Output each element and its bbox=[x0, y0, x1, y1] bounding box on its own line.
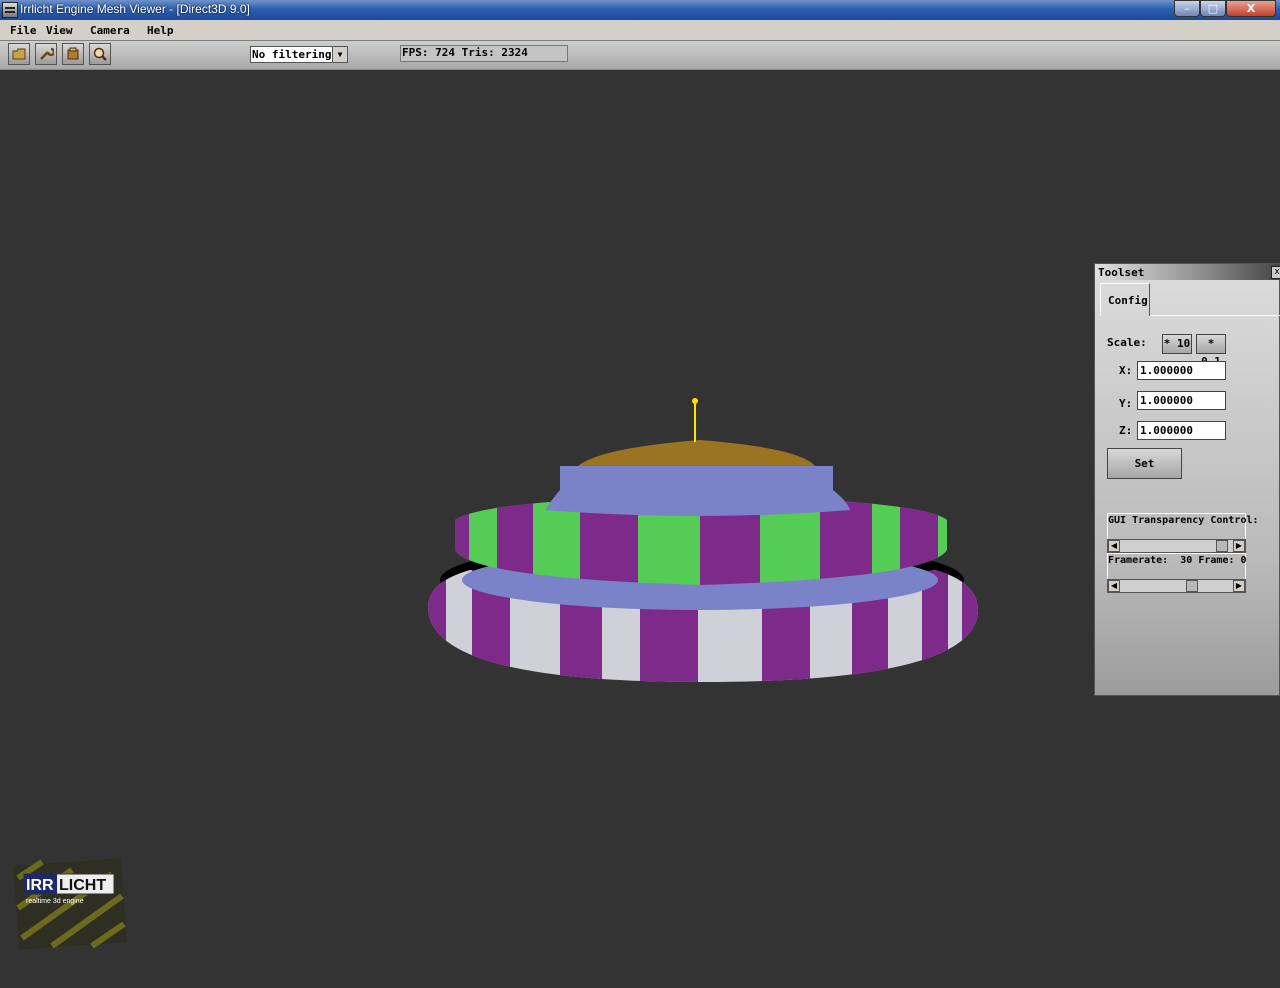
filter-select[interactable]: No filtering ▼ bbox=[250, 46, 348, 63]
mesh-dome bbox=[578, 440, 815, 466]
maximize-button[interactable]: □ bbox=[1200, 0, 1226, 17]
logo-tagline: realtime 3d engine bbox=[26, 898, 84, 905]
framerate-label: Framerate: 30 Frame: 0 bbox=[1108, 555, 1247, 566]
toolset-title: Toolset bbox=[1098, 266, 1145, 279]
set-scale-button[interactable]: Set bbox=[1107, 448, 1182, 479]
irrlicht-logo: IRR LICHT realtime 3d engine bbox=[12, 858, 128, 950]
scale-label: Scale: bbox=[1107, 336, 1147, 349]
mesh-antenna-tip bbox=[692, 398, 698, 404]
x-scale-input[interactable]: 1.000000 bbox=[1137, 361, 1226, 380]
z-label: Z: bbox=[1119, 424, 1133, 437]
box-icon bbox=[67, 47, 79, 60]
window-title: Irrlicht Engine Mesh Viewer - [Direct3D … bbox=[20, 2, 250, 16]
framerate-scrollbar[interactable]: ◀ ▶ bbox=[1107, 579, 1246, 593]
help-button[interactable] bbox=[89, 43, 111, 65]
frame-value: 0 bbox=[1240, 555, 1247, 566]
toolset-close-button[interactable]: x bbox=[1271, 266, 1280, 279]
z-scale-input[interactable]: 1.000000 bbox=[1137, 421, 1226, 440]
minimize-button[interactable]: – bbox=[1174, 0, 1200, 17]
chevron-down-icon[interactable]: ▼ bbox=[332, 47, 347, 62]
x-label: X: bbox=[1119, 364, 1133, 377]
tab-config[interactable]: Config bbox=[1100, 283, 1150, 316]
set-model-archive-button[interactable] bbox=[35, 43, 57, 65]
mesh-blue-collar bbox=[545, 466, 850, 516]
open-model-button[interactable] bbox=[8, 43, 30, 65]
framerate-value: 30 bbox=[1180, 555, 1193, 566]
menu-bar: File View Camera Help bbox=[0, 20, 1280, 41]
y-label: Y: bbox=[1119, 397, 1133, 410]
app-icon bbox=[2, 2, 18, 18]
scale-down-button[interactable]: * 0.1 bbox=[1196, 334, 1226, 368]
framerate-scroll-thumb[interactable] bbox=[1185, 580, 1198, 592]
transparency-label: GUI Transparency Control: bbox=[1108, 515, 1259, 526]
open-file-button[interactable] bbox=[62, 43, 84, 65]
tab-divider bbox=[1150, 315, 1280, 316]
menu-view[interactable]: View bbox=[46, 24, 73, 37]
menu-camera[interactable]: Camera bbox=[90, 24, 130, 37]
logo-text-irr: IRR bbox=[26, 877, 54, 894]
menu-help[interactable]: Help bbox=[147, 24, 174, 37]
3d-viewport[interactable] bbox=[0, 70, 1280, 984]
title-bar[interactable]: Irrlicht Engine Mesh Viewer - [Direct3D … bbox=[0, 0, 1280, 20]
fps-display: FPS: 724 Tris: 2324 bbox=[400, 45, 568, 62]
scroll-left-icon[interactable]: ◀ bbox=[1108, 540, 1120, 552]
menu-file[interactable]: File bbox=[10, 24, 37, 37]
scroll-right-icon[interactable]: ▶ bbox=[1233, 540, 1245, 552]
toolset-titlebar[interactable]: Toolset x bbox=[1095, 264, 1280, 280]
magnifier-icon bbox=[93, 47, 107, 61]
toolset-panel[interactable]: Toolset x Config Scale: * 10 * 0.1 X: 1.… bbox=[1094, 263, 1280, 696]
mesh-render bbox=[428, 398, 978, 682]
framerate-label-text: Framerate: bbox=[1108, 555, 1169, 566]
scroll-right-icon[interactable]: ▶ bbox=[1233, 580, 1245, 592]
y-scale-input[interactable]: 1.000000 bbox=[1137, 391, 1226, 410]
toolbar: No filtering ▼ FPS: 724 Tris: 2324 bbox=[0, 41, 1280, 70]
scale-up-button[interactable]: * 10 bbox=[1162, 334, 1192, 354]
frame-label-text: Frame: bbox=[1198, 555, 1235, 566]
transparency-scrollbar[interactable]: ◀ ▶ bbox=[1107, 539, 1246, 553]
scroll-left-icon[interactable]: ◀ bbox=[1108, 580, 1120, 592]
close-button[interactable]: X bbox=[1226, 0, 1276, 17]
filter-select-value: No filtering bbox=[252, 48, 332, 61]
wrench-icon bbox=[40, 47, 54, 60]
transparency-scroll-thumb[interactable] bbox=[1215, 540, 1228, 552]
tab-config-label: Config bbox=[1108, 294, 1148, 307]
irrlicht-logo-graphic: IRR LICHT realtime 3d engine bbox=[13, 858, 127, 950]
logo-text-licht: LICHT bbox=[59, 877, 106, 894]
open-model-icon bbox=[12, 48, 26, 60]
